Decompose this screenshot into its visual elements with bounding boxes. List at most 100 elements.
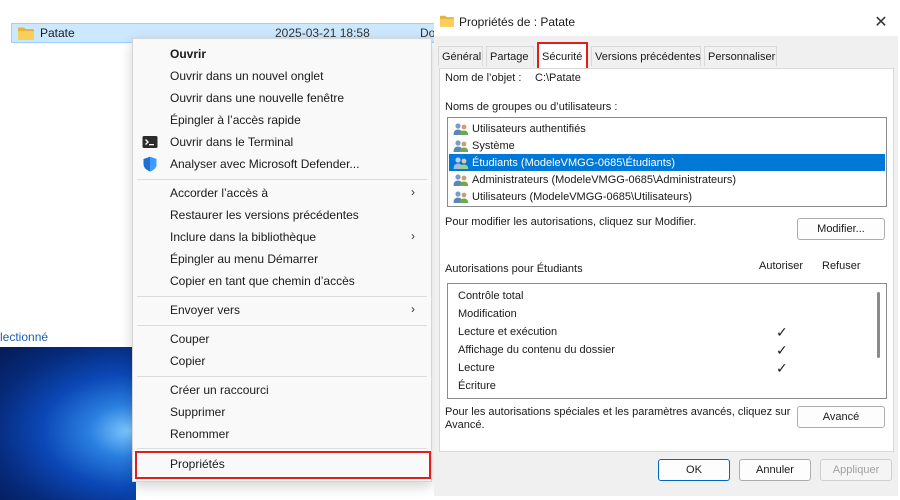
dialog-titlebar[interactable]: Propriétés de : Patate ✕ [434, 8, 898, 36]
menu-item-create-shortcut[interactable]: Créer un raccourci [133, 379, 431, 401]
apply-button[interactable]: Appliquer [820, 459, 892, 481]
menu-item-copy-path[interactable]: Copier en tant que chemin d’accès [133, 270, 431, 292]
selection-status: lectionné [0, 330, 49, 344]
permission-label: Contrôle total [458, 290, 524, 302]
menu-item-open-new-tab[interactable]: Ouvrir dans un nouvel onglet [133, 65, 431, 87]
security-panel: Nom de l’objet : C:\Patate Noms de group… [439, 68, 894, 452]
permission-label: Modification [458, 308, 517, 320]
permission-row-modify: Modification [448, 306, 868, 324]
permission-row-read: Lecture ✓ [448, 360, 868, 378]
dialog-title: Propriétés de : Patate [459, 15, 576, 29]
group-item-authenticated-users[interactable]: Utilisateurs authentifiés [449, 120, 885, 137]
permissions-for-label: Autorisations pour Étudiants [445, 263, 583, 275]
menu-item-restore-versions[interactable]: Restaurer les versions précédentes [133, 204, 431, 226]
menu-item-label: Restaurer les versions précédentes [170, 208, 359, 222]
users-icon [453, 156, 469, 169]
menu-separator [137, 179, 427, 180]
check-icon: ✓ [776, 324, 788, 340]
users-icon [453, 173, 469, 186]
folder-icon [18, 27, 34, 40]
menu-item-give-access[interactable]: Accorder l’accès à › [133, 182, 431, 204]
object-name-value: C:\Patate [535, 72, 581, 84]
ok-button[interactable]: OK [658, 459, 730, 481]
menu-separator [137, 376, 427, 377]
users-icon [453, 190, 469, 203]
close-icon[interactable]: ✕ [871, 12, 891, 32]
allow-header: Autoriser [759, 260, 804, 272]
menu-item-label: Analyser avec Microsoft Defender... [170, 157, 360, 171]
users-icon [453, 139, 469, 152]
object-name-label: Nom de l’objet : [445, 72, 522, 84]
defender-shield-icon [143, 156, 157, 172]
context-menu: Ouvrir Ouvrir dans un nouvel onglet Ouvr… [132, 38, 432, 482]
groups-listbox[interactable]: Utilisateurs authentifiés Système Étudia… [447, 117, 887, 207]
check-icon: ✓ [776, 360, 788, 376]
menu-item-label: Copier en tant que chemin d’accès [170, 274, 355, 288]
tab-customize[interactable]: Personnaliser [704, 46, 777, 66]
menu-item-open-new-window[interactable]: Ouvrir dans une nouvelle fenêtre [133, 87, 431, 109]
menu-item-label: Ouvrir dans une nouvelle fenêtre [170, 91, 345, 105]
tab-sharing[interactable]: Partage [486, 46, 534, 66]
menu-item-label: Inclure dans la bibliothèque [170, 230, 317, 244]
menu-item-label: Couper [170, 332, 210, 346]
terminal-icon [142, 136, 158, 148]
menu-item-label: Copier [170, 354, 206, 368]
menu-separator [137, 448, 427, 449]
permission-row-list-folder: Affichage du contenu du dossier ✓ [448, 342, 868, 360]
advanced-hint-line2: Avancé. [445, 419, 485, 431]
group-label: Administrateurs (ModeleVMGG-0685\Adminis… [472, 173, 737, 186]
group-label: Étudiants (ModeleVMGG-0685\Étudiants) [472, 156, 675, 169]
modify-button[interactable]: Modifier... [797, 218, 885, 240]
menu-item-include-library[interactable]: Inclure dans la bibliothèque › [133, 226, 431, 248]
menu-item-label: Renommer [170, 427, 230, 441]
menu-item-send-to[interactable]: Envoyer vers › [133, 299, 431, 321]
menu-item-pin-start[interactable]: Épingler au menu Démarrer [133, 248, 431, 270]
group-item-etudiants[interactable]: Étudiants (ModeleVMGG-0685\Étudiants) [449, 154, 885, 171]
tab-security[interactable]: Sécurité [537, 42, 588, 68]
menu-separator [137, 296, 427, 297]
menu-item-rename[interactable]: Renommer [133, 423, 431, 445]
desktop-wallpaper [0, 347, 136, 500]
menu-item-copy[interactable]: Copier [133, 350, 431, 372]
tab-general[interactable]: Général [438, 46, 483, 66]
group-label: Utilisateurs authentifiés [472, 122, 586, 135]
group-item-system[interactable]: Système [449, 137, 885, 154]
menu-item-label: Épingler au menu Démarrer [170, 252, 319, 266]
cancel-button[interactable]: Annuler [739, 459, 811, 481]
permission-row-write: Écriture [448, 378, 868, 396]
menu-item-label: Épingler à l’accès rapide [170, 113, 301, 127]
permission-label: Affichage du contenu du dossier [458, 344, 615, 356]
scrollbar[interactable] [877, 292, 880, 358]
menu-item-label: Ouvrir [170, 47, 207, 61]
modify-hint: Pour modifier les autorisations, cliquez… [445, 216, 697, 228]
chevron-right-icon: › [411, 229, 415, 243]
menu-item-delete[interactable]: Supprimer [133, 401, 431, 423]
properties-highlight-box [135, 451, 431, 479]
group-item-utilisateurs[interactable]: Utilisateurs (ModeleVMGG-0685\Utilisateu… [449, 188, 885, 205]
menu-item-pin-quick-access[interactable]: Épingler à l’accès rapide [133, 109, 431, 131]
group-label: Utilisateurs (ModeleVMGG-0685\Utilisateu… [472, 190, 693, 203]
permissions-list[interactable]: Contrôle total Modification Lecture et e… [447, 283, 887, 399]
users-icon [453, 122, 469, 135]
properties-dialog: Propriétés de : Patate ✕ Général Partage… [434, 8, 898, 496]
menu-item-ouvrir[interactable]: Ouvrir [133, 43, 431, 65]
menu-item-cut[interactable]: Couper [133, 328, 431, 350]
group-item-administrateurs[interactable]: Administrateurs (ModeleVMGG-0685\Adminis… [449, 171, 885, 188]
menu-item-label: Créer un raccourci [170, 383, 269, 397]
advanced-hint-line1: Pour les autorisations spéciales et les … [445, 406, 791, 418]
deny-header: Refuser [822, 260, 861, 272]
menu-item-label: Accorder l’accès à [170, 186, 269, 200]
permission-label: Lecture et exécution [458, 326, 558, 338]
menu-item-label: Ouvrir dans le Terminal [170, 135, 294, 149]
folder-icon [440, 15, 454, 27]
menu-separator [137, 325, 427, 326]
permission-row-read-execute: Lecture et exécution ✓ [448, 324, 868, 342]
check-icon: ✓ [776, 342, 788, 358]
permission-label: Lecture [458, 362, 495, 374]
menu-item-open-terminal[interactable]: Ouvrir dans le Terminal [133, 131, 431, 153]
advanced-button[interactable]: Avancé [797, 406, 885, 428]
group-label: Système [472, 139, 515, 152]
file-name: Patate [40, 26, 75, 40]
tab-previous-versions[interactable]: Versions précédentes [591, 46, 701, 66]
menu-item-defender-scan[interactable]: Analyser avec Microsoft Defender... [133, 153, 431, 175]
